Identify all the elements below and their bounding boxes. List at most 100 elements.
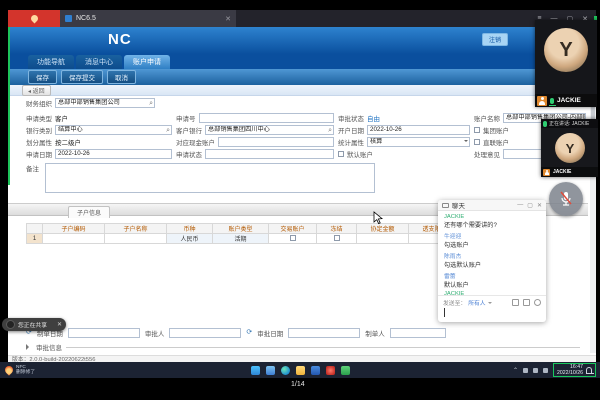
search-icon[interactable]: ⌕	[166, 126, 170, 135]
share-knob-icon[interactable]	[6, 320, 15, 329]
clock-date: 2022/10/26	[557, 370, 583, 376]
start-button-icon[interactable]	[251, 366, 260, 375]
notification-bell-icon[interactable]	[586, 367, 592, 373]
clock-shared-highlight[interactable]: 16:47 2022/10/26	[553, 363, 596, 377]
col-currency[interactable]: 币种	[167, 224, 213, 234]
search-icon[interactable]: ⌕	[328, 126, 332, 135]
cell-sub-code[interactable]	[43, 234, 105, 244]
app-icon-red[interactable]	[326, 366, 335, 375]
browser-tab-nc[interactable]: NC6.5 ✕	[60, 10, 236, 27]
save-button[interactable]: 保存	[28, 70, 57, 84]
col-sub-code[interactable]: 子户编码	[43, 224, 105, 234]
field-open-date: 开户日期 2022-10-26	[338, 124, 470, 136]
send-to-selector[interactable]: 所有人	[468, 298, 485, 307]
logout-button[interactable]: 注销	[482, 33, 508, 46]
nc-favicon-icon	[65, 15, 72, 22]
refresh-icon[interactable]: ⟳	[246, 329, 252, 337]
language-indicator-icon[interactable]	[543, 368, 548, 373]
remark-row: 备注	[26, 163, 375, 193]
remark-textarea[interactable]	[45, 163, 375, 193]
bank-category-input[interactable]: 结算中心⌕	[55, 125, 172, 135]
taskbar-notification[interactable]: NFC 删除修了	[0, 365, 150, 375]
org-field-input[interactable]: 总部中部销售集团公司 ⌕	[55, 98, 155, 108]
participant-name: JACKIE	[553, 169, 571, 175]
cell-trade-account	[269, 234, 317, 244]
screenshot-icon[interactable]	[512, 299, 519, 306]
field-apply-date: 申请日期 2022-10-26	[26, 148, 172, 160]
app-icon-green[interactable]	[341, 366, 350, 375]
app-icon-blue[interactable]	[311, 366, 320, 375]
col-trade-account[interactable]: 交易账户	[269, 224, 317, 234]
col-account-type[interactable]: 账户类型	[213, 224, 269, 234]
browser-tab-bar: NC6.5 ✕ ≡ — ▢ ✕	[8, 10, 596, 27]
chevron-down-icon	[464, 140, 468, 144]
customer-bank-input[interactable]: 总部销售集团四川中心⌕	[205, 125, 334, 135]
form-grid: 申请类型 客户 申请号 审批状态 自由 账户名称 总部中部销售集团公司-内部账户	[26, 112, 582, 160]
speaking-label: 正在讲话: JACKIE	[549, 120, 589, 127]
tab-account-application[interactable]: 账户申请	[124, 55, 170, 69]
mouse-cursor	[373, 211, 383, 230]
mute-microphone-button[interactable]	[549, 182, 583, 216]
back-button[interactable]: ◂ 返回	[22, 85, 51, 96]
widgets-icon[interactable]	[266, 366, 275, 375]
save-submit-button[interactable]: 保存提交	[61, 70, 103, 84]
tray-expand-icon[interactable]: ⌃	[513, 367, 518, 374]
approve-date-input[interactable]	[288, 328, 360, 338]
chat-close-icon[interactable]: ✕	[537, 202, 542, 209]
apply-status-input[interactable]	[205, 149, 334, 159]
cell-account-type[interactable]: 活期	[213, 234, 269, 244]
field-customer-bank: 客户银行 总部销售集团四川中心⌕	[176, 124, 334, 136]
tab-function-nav[interactable]: 功能导航	[28, 55, 74, 69]
field-default-account: 默认账户	[338, 148, 470, 160]
col-sub-name[interactable]: 子户名称	[105, 224, 167, 234]
chat-footer: 发送至： 所有人	[438, 295, 546, 322]
direct-account-checkbox[interactable]	[474, 139, 480, 145]
video-tile-main[interactable]: Y JACKIE	[535, 20, 597, 107]
pinned-tab[interactable]	[8, 10, 60, 27]
file-explorer-icon[interactable]	[296, 366, 305, 375]
default-account-checkbox[interactable]	[338, 151, 344, 157]
open-date-input[interactable]: 2022-10-26	[367, 125, 470, 135]
chat-messages[interactable]: JACKIE 还有哪个需要讲的? 牛迎迎 勾选账户 陈雨杰 勾选默认账户 雷蕾 …	[438, 211, 546, 295]
expand-arrow-icon[interactable]	[26, 344, 32, 350]
cancel-button[interactable]: 取消	[107, 70, 136, 84]
chat-minimize-icon[interactable]: —	[517, 202, 523, 209]
subgrid-tab[interactable]: 子户信息	[68, 206, 110, 218]
create-date-input[interactable]	[68, 328, 140, 338]
cell-sub-name[interactable]	[105, 234, 167, 244]
approval-section: 审批信息	[26, 342, 580, 352]
apply-no-input[interactable]	[199, 113, 335, 123]
video-tile-speaking[interactable]: 正在讲话: JACKIE Y JACKIE	[541, 119, 598, 177]
creator-input[interactable]	[390, 328, 446, 338]
cell-currency[interactable]: 人民币	[167, 234, 213, 244]
divider	[66, 347, 580, 348]
group-account-checkbox[interactable]	[474, 127, 480, 133]
trade-account-checkbox[interactable]	[290, 235, 296, 241]
apply-date-input[interactable]: 2022-10-26	[55, 149, 172, 159]
edge-browser-icon[interactable]	[281, 366, 290, 375]
image-icon[interactable]	[523, 299, 530, 306]
frozen-checkbox[interactable]	[334, 235, 340, 241]
page-indicator: 1/14	[291, 381, 305, 388]
share-pill-close-icon[interactable]: ✕	[57, 321, 62, 328]
chat-input[interactable]	[443, 307, 541, 319]
network-icon[interactable]	[523, 368, 528, 373]
tile-name-bar: JACKIE	[541, 167, 598, 177]
volume-icon[interactable]	[533, 368, 538, 373]
share-control-pill[interactable]: 您正在共享 ✕	[2, 318, 66, 331]
cell-agreed-amount[interactable]	[357, 234, 409, 244]
tab-close-icon[interactable]: ✕	[225, 15, 231, 23]
col-frozen[interactable]: 冻结	[317, 224, 357, 234]
host-badge-icon	[543, 169, 550, 176]
chat-maximize-icon[interactable]: ▢	[527, 202, 533, 209]
approval-section-label[interactable]: 审批信息	[36, 342, 62, 352]
row-number: 1	[27, 234, 43, 244]
stat-attr-select[interactable]: 核算	[367, 137, 470, 147]
cash-account-input[interactable]	[218, 137, 334, 147]
search-icon[interactable]: ⌕	[149, 99, 153, 108]
avatar: Y	[544, 28, 588, 72]
approver-input[interactable]	[169, 328, 241, 338]
tab-message-center[interactable]: 消息中心	[76, 55, 122, 69]
mention-icon[interactable]	[534, 299, 541, 306]
mic-on-icon	[550, 98, 554, 104]
